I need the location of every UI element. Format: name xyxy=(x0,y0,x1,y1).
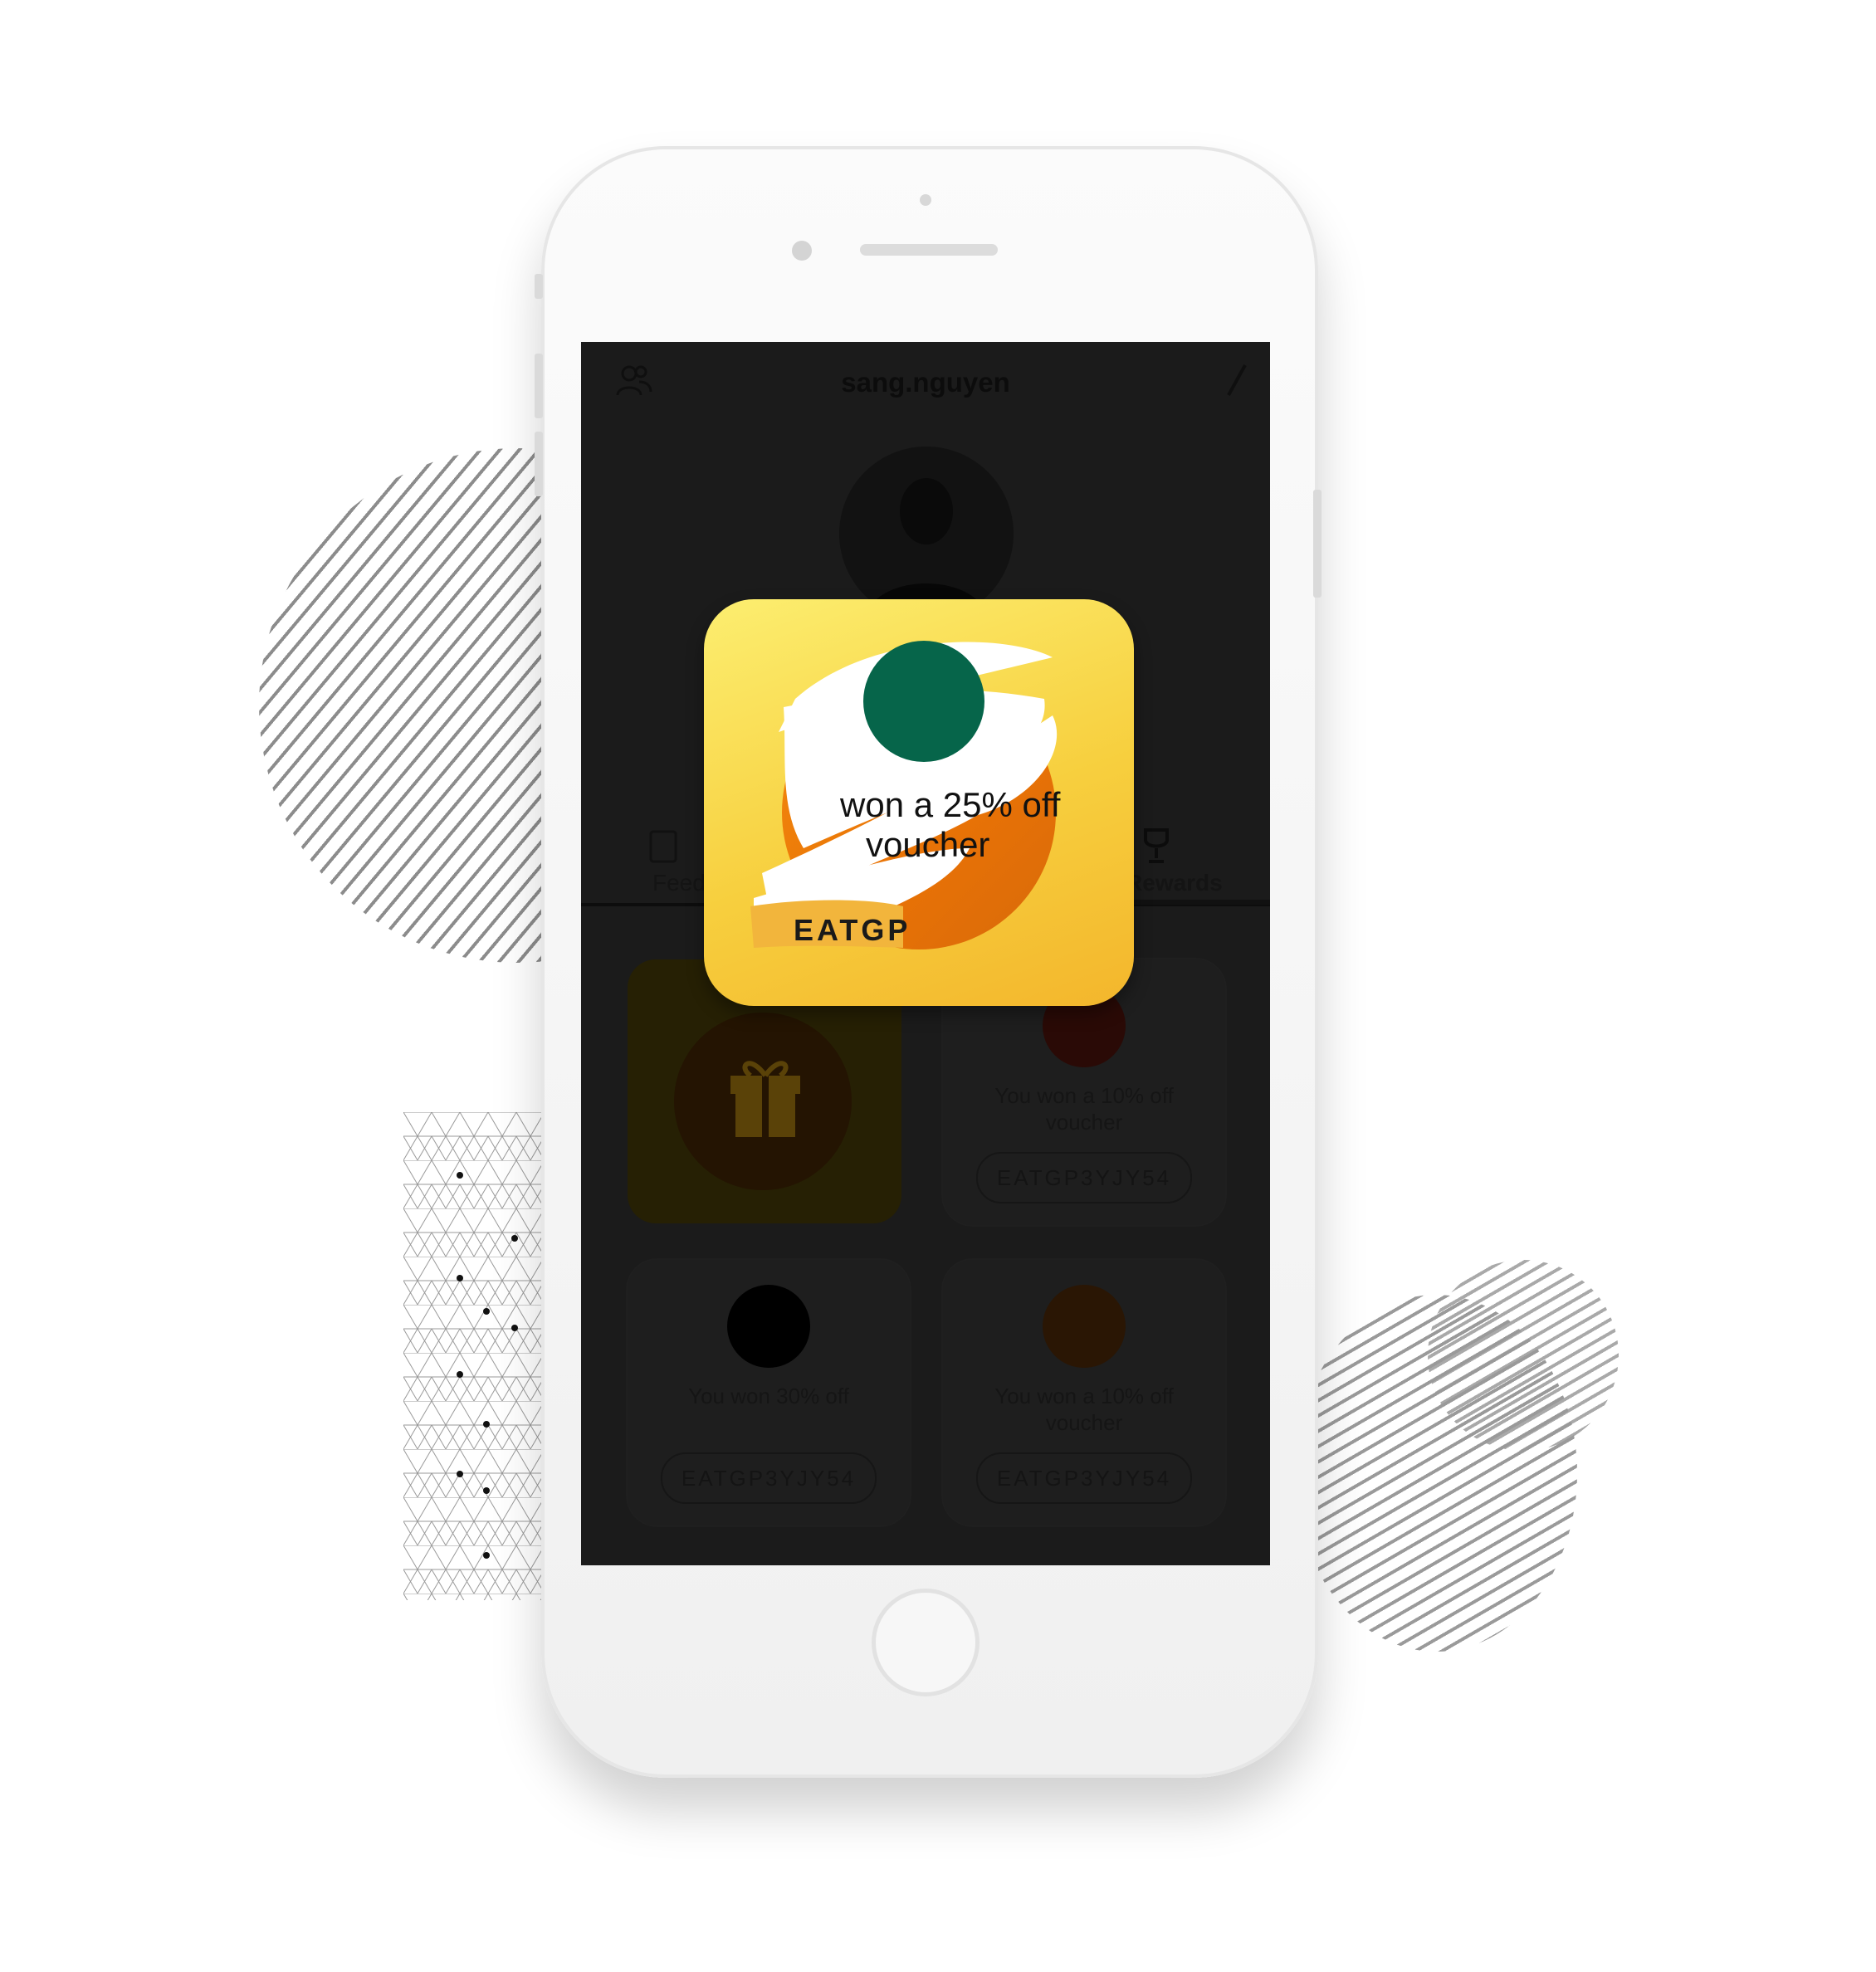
voucher-text: You won a 10% off voucher xyxy=(994,1083,1174,1135)
brand-logo-circle xyxy=(863,641,984,762)
feed-icon xyxy=(649,830,677,863)
voucher-card[interactable]: You won 30% off EATGP3YJY54 xyxy=(628,1260,910,1525)
front-camera xyxy=(792,241,812,261)
power-button xyxy=(1313,490,1322,598)
volume-down-button xyxy=(535,432,543,496)
voucher-code[interactable]: EATGP3YJY54 xyxy=(976,1152,1192,1203)
home-button[interactable] xyxy=(872,1589,980,1696)
avatar[interactable] xyxy=(839,447,1014,621)
voucher-logo xyxy=(727,1285,810,1368)
volume-up-button xyxy=(535,354,543,418)
gift-icon xyxy=(730,1061,800,1137)
edit-icon[interactable] xyxy=(1222,362,1252,400)
voucher-text: You won a 10% off voucher xyxy=(994,1384,1174,1435)
earpiece-speaker xyxy=(860,244,998,256)
person-silhouette-icon xyxy=(864,478,989,621)
voucher-card[interactable]: You won a 10% off voucher EATGP3YJY54 xyxy=(943,1260,1225,1525)
proximity-sensor xyxy=(920,194,931,206)
voucher-text: You won 30% off xyxy=(688,1384,849,1408)
hatched-circle-small-decoration xyxy=(1428,1260,1619,1451)
trophy-icon xyxy=(1144,828,1169,863)
voucher-code[interactable]: EATGP3YJY54 xyxy=(976,1452,1192,1504)
tab-rewards[interactable]: Rewards xyxy=(1126,870,1223,896)
popup-title-line1: won a 25% off xyxy=(840,785,1061,824)
triangle-grid-decoration xyxy=(403,1112,541,1600)
tab-feed[interactable]: Feed xyxy=(652,870,706,896)
reward-popup[interactable]: won a 25% off voucher EATGP xyxy=(704,599,1134,1006)
popup-title-line2: voucher xyxy=(866,825,990,864)
popup-voucher-code[interactable]: EATGP xyxy=(794,913,911,948)
voucher-logo xyxy=(1043,1285,1126,1368)
username-title: sang.nguyen xyxy=(841,367,1010,398)
mute-switch xyxy=(535,274,543,299)
voucher-code[interactable]: EATGP3YJY54 xyxy=(661,1452,877,1504)
